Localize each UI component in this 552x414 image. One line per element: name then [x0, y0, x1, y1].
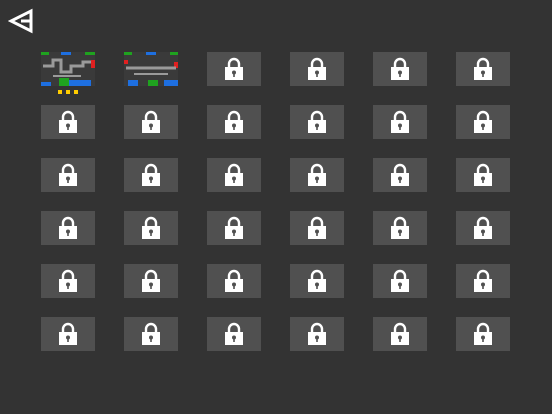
locked-level-tile-5[interactable] [373, 52, 427, 86]
lock-icon [225, 110, 243, 133]
back-button[interactable] [8, 8, 34, 34]
locked-level-tile-29[interactable] [373, 264, 427, 298]
locked-level-tile-27[interactable] [207, 264, 261, 298]
lock-icon [308, 322, 326, 345]
lock-icon [142, 216, 160, 239]
lock-icon [308, 163, 326, 186]
locked-level-tile-14[interactable] [124, 158, 178, 192]
lock-icon [391, 110, 409, 133]
lock-icon [142, 269, 160, 292]
locked-level-tile-4[interactable] [290, 52, 344, 86]
locked-level-tile-17[interactable] [373, 158, 427, 192]
level-grid [41, 52, 510, 351]
lock-icon [59, 216, 77, 239]
level-tile-1[interactable] [41, 52, 95, 94]
lock-icon [308, 57, 326, 80]
locked-level-tile-26[interactable] [124, 264, 178, 298]
locked-level-tile-11[interactable] [373, 105, 427, 139]
locked-level-tile-15[interactable] [207, 158, 261, 192]
locked-level-tile-20[interactable] [124, 211, 178, 245]
lock-icon [59, 269, 77, 292]
locked-level-tile-3[interactable] [207, 52, 261, 86]
level-thumbnail [41, 52, 95, 86]
lock-icon [391, 57, 409, 80]
lock-icon [391, 163, 409, 186]
lock-icon [391, 269, 409, 292]
lock-icon [225, 269, 243, 292]
lock-icon [391, 322, 409, 345]
locked-level-tile-21[interactable] [207, 211, 261, 245]
lock-icon [474, 110, 492, 133]
star-icon [66, 90, 70, 94]
lock-icon [142, 163, 160, 186]
locked-level-tile-10[interactable] [290, 105, 344, 139]
locked-level-tile-12[interactable] [456, 105, 510, 139]
lock-icon [474, 163, 492, 186]
star-icon [74, 90, 78, 94]
locked-level-tile-32[interactable] [124, 317, 178, 351]
locked-level-tile-19[interactable] [41, 211, 95, 245]
lock-icon [308, 110, 326, 133]
lock-icon [474, 216, 492, 239]
star-icon [58, 90, 62, 94]
level-thumbnail [124, 52, 178, 86]
level-tile-2[interactable] [124, 52, 178, 86]
lock-icon [142, 110, 160, 133]
locked-level-tile-36[interactable] [456, 317, 510, 351]
locked-level-tile-24[interactable] [456, 211, 510, 245]
locked-level-tile-23[interactable] [373, 211, 427, 245]
locked-level-tile-31[interactable] [41, 317, 95, 351]
locked-level-tile-33[interactable] [207, 317, 261, 351]
locked-level-tile-35[interactable] [373, 317, 427, 351]
lock-icon [225, 57, 243, 80]
lock-icon [59, 163, 77, 186]
lock-icon [225, 322, 243, 345]
locked-level-tile-13[interactable] [41, 158, 95, 192]
locked-level-tile-8[interactable] [124, 105, 178, 139]
locked-level-tile-7[interactable] [41, 105, 95, 139]
lock-icon [225, 163, 243, 186]
lock-icon [474, 57, 492, 80]
locked-level-tile-30[interactable] [456, 264, 510, 298]
locked-level-tile-6[interactable] [456, 52, 510, 86]
level-select-screen [0, 0, 552, 414]
lock-icon [59, 322, 77, 345]
back-triangle-icon [8, 8, 33, 34]
locked-level-tile-18[interactable] [456, 158, 510, 192]
lock-icon [142, 322, 160, 345]
lock-icon [59, 110, 77, 133]
lock-icon [308, 269, 326, 292]
locked-level-tile-25[interactable] [41, 264, 95, 298]
lock-icon [474, 269, 492, 292]
lock-icon [474, 322, 492, 345]
lock-icon [391, 216, 409, 239]
locked-level-tile-9[interactable] [207, 105, 261, 139]
locked-level-tile-34[interactable] [290, 317, 344, 351]
lock-icon [225, 216, 243, 239]
locked-level-tile-28[interactable] [290, 264, 344, 298]
level-stars [58, 90, 78, 94]
locked-level-tile-22[interactable] [290, 211, 344, 245]
lock-icon [308, 216, 326, 239]
locked-level-tile-16[interactable] [290, 158, 344, 192]
